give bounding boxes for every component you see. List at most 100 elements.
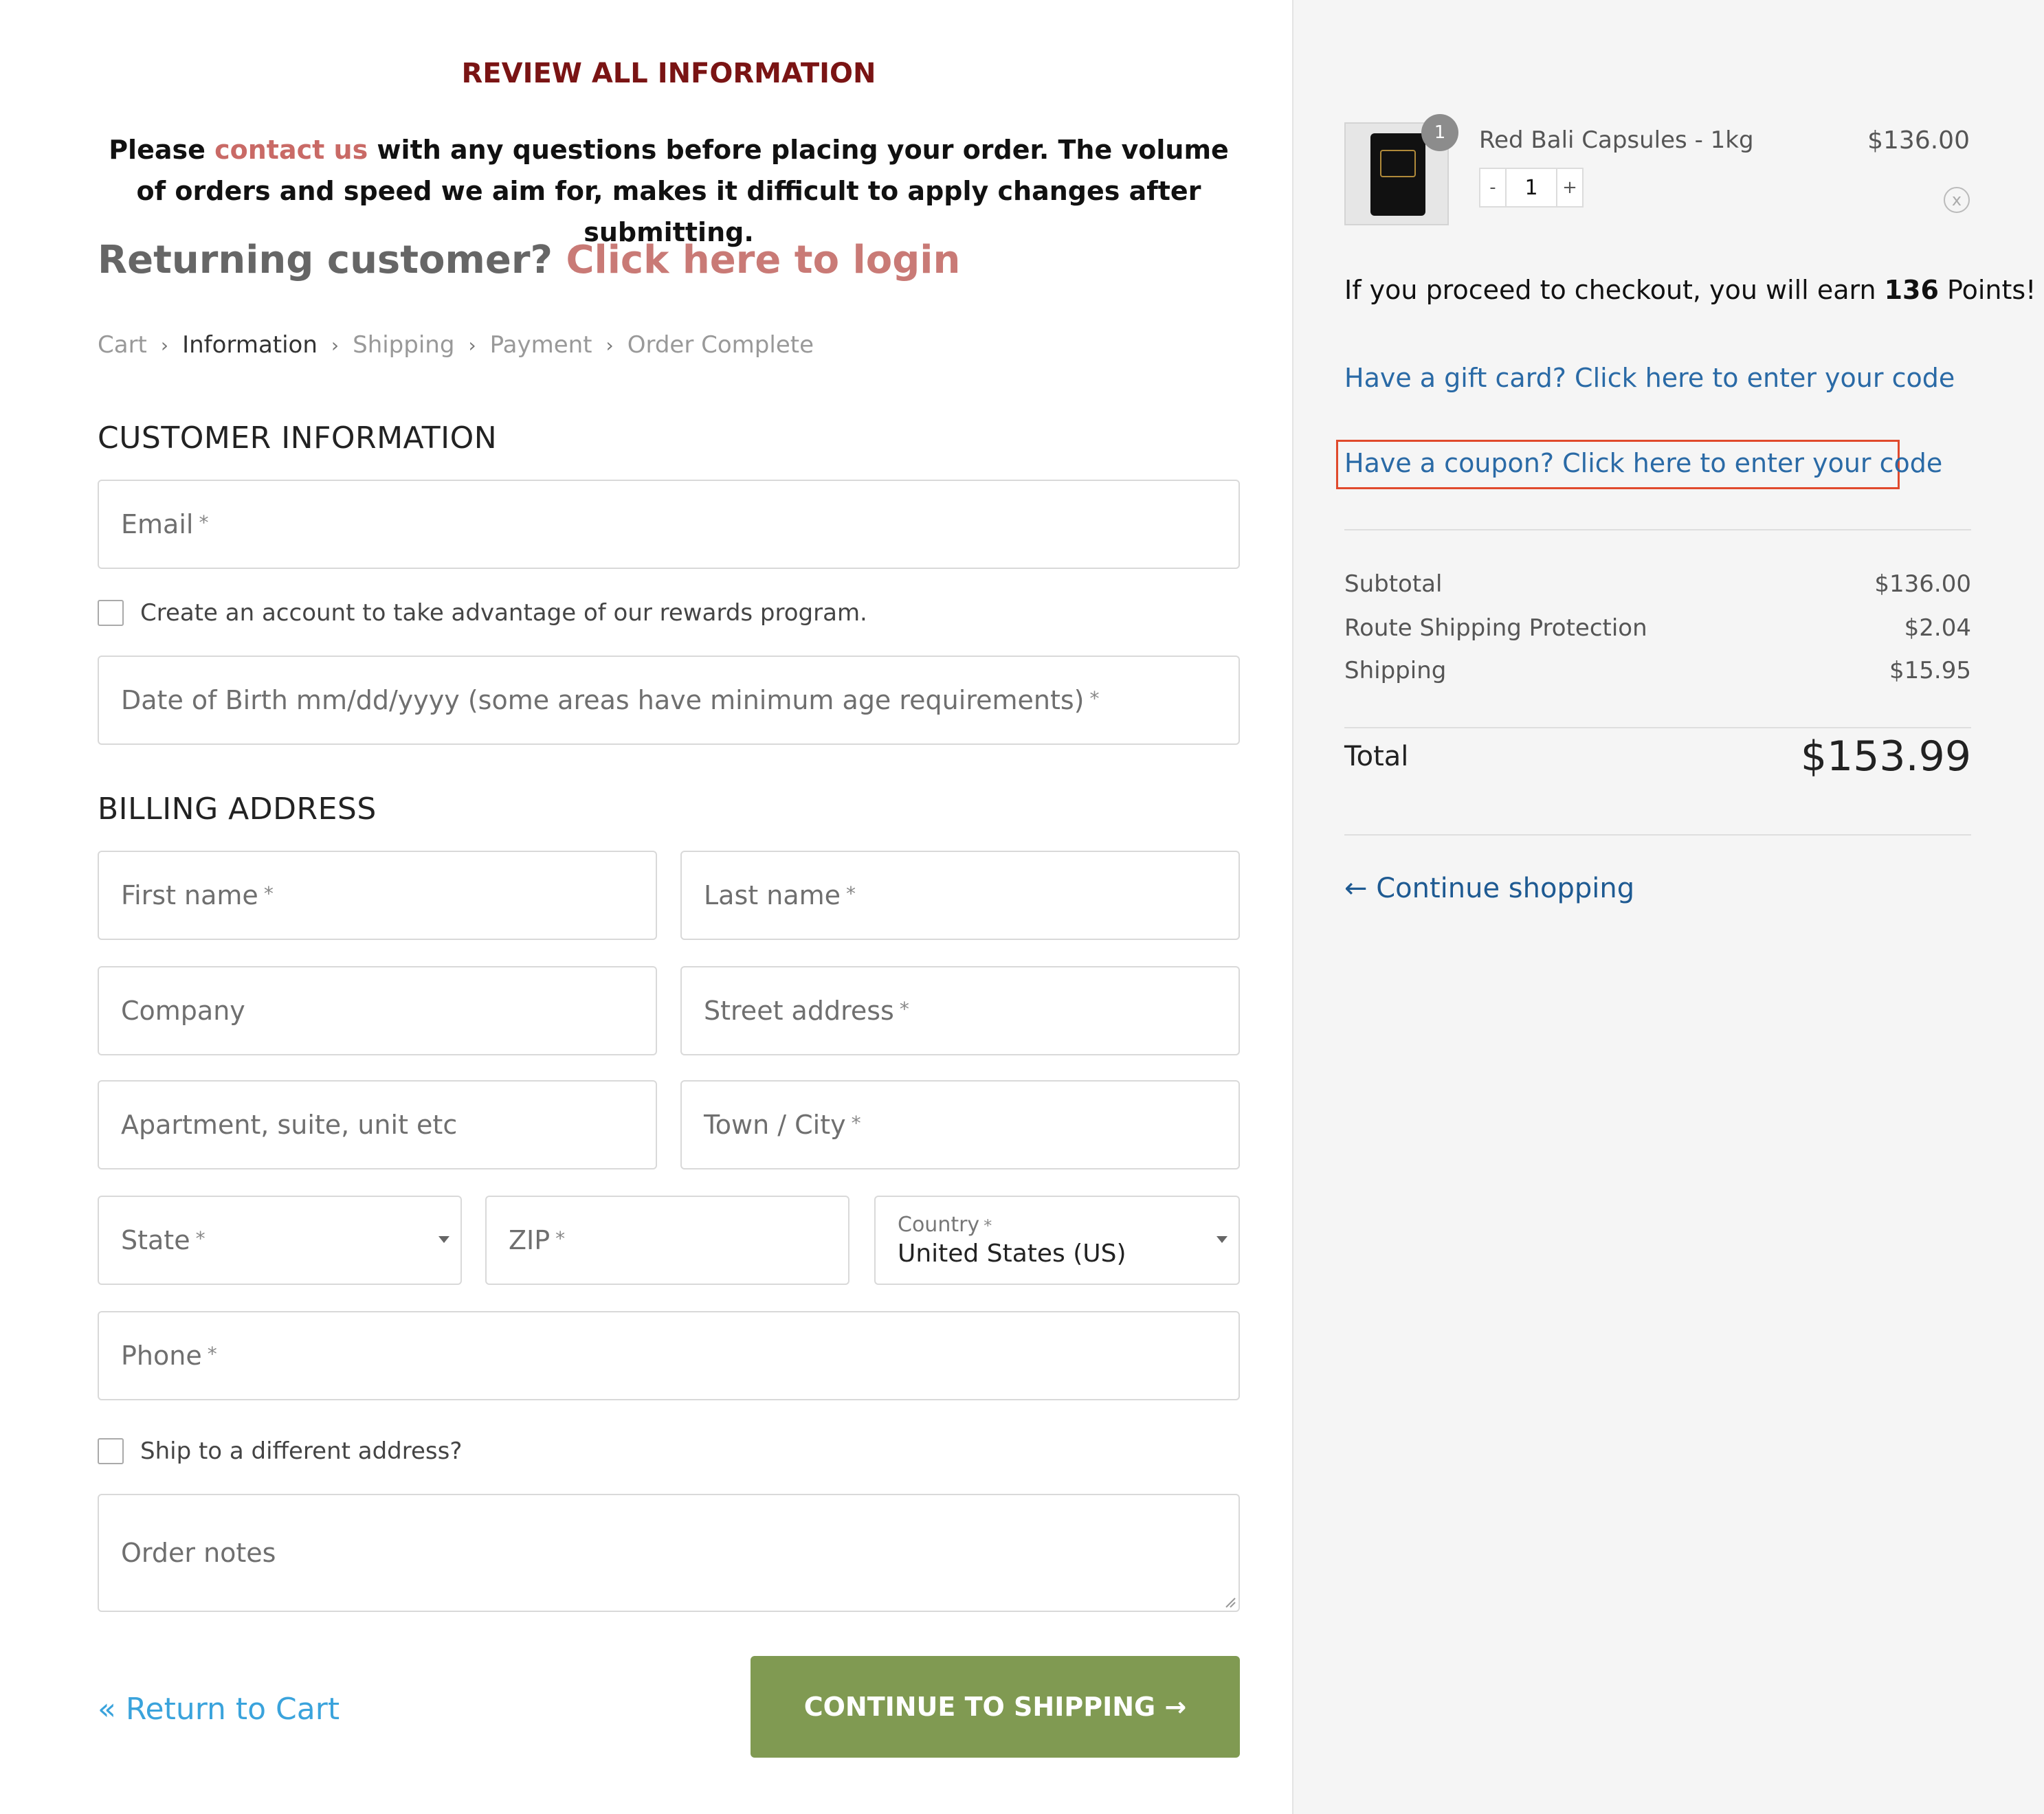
ship-different-checkbox[interactable] — [98, 1438, 124, 1464]
company-field[interactable]: Company — [98, 966, 657, 1055]
shipping-label: Shipping — [1344, 657, 1447, 684]
route-value: $2.04 — [1904, 614, 1971, 642]
required-mark: * — [1089, 687, 1100, 710]
quantity-badge: 1 — [1421, 114, 1458, 151]
phone-field[interactable]: Phone * — [98, 1311, 1240, 1400]
ship-different-row[interactable]: Ship to a different address? — [98, 1437, 462, 1465]
checkout-form-column: REVIEW ALL INFORMATION Please contact us… — [0, 0, 1292, 1814]
continue-shopping-link[interactable]: ← Continue shopping — [1344, 873, 1634, 904]
required-mark: * — [207, 1343, 217, 1365]
dropdown-arrow-icon — [1217, 1236, 1227, 1243]
street-placeholder: Street address — [704, 996, 894, 1026]
divider — [1344, 529, 1971, 530]
coupon-link[interactable]: Have a coupon? Click here to enter your … — [1344, 448, 1942, 478]
chevron-right-icon: › — [468, 333, 476, 357]
subtotal-value: $136.00 — [1874, 570, 1971, 598]
breadcrumb-shipping: Shipping — [353, 331, 455, 359]
breadcrumb-payment: Payment — [489, 331, 592, 359]
customer-information-heading: CUSTOMER INFORMATION — [98, 421, 498, 456]
route-protection-row: Route Shipping Protection $2.04 — [1344, 614, 1971, 642]
notice-text: Please contact us with any questions bef… — [103, 129, 1234, 253]
required-mark: * — [846, 882, 856, 905]
dropdown-arrow-icon — [438, 1236, 449, 1243]
points-value: 136 — [1884, 275, 1939, 305]
divider — [1344, 834, 1971, 836]
first-name-field[interactable]: First name * — [98, 851, 657, 940]
total-label: Total — [1344, 741, 1409, 772]
points-text-before: If you proceed to checkout, you will ear… — [1344, 275, 1885, 305]
return-to-cart-link[interactable]: « Return to Cart — [98, 1692, 340, 1727]
email-placeholder: Email — [121, 509, 194, 539]
decrease-quantity-button[interactable]: - — [1480, 169, 1505, 206]
divider — [1344, 727, 1971, 728]
breadcrumb: Cart › Information › Shipping › Payment … — [98, 331, 814, 359]
shipping-value: $15.95 — [1889, 657, 1971, 684]
zip-field[interactable]: ZIP * — [485, 1196, 849, 1285]
gift-card-link[interactable]: Have a gift card? Click here to enter yo… — [1344, 363, 1955, 393]
country-label: Country * — [898, 1213, 992, 1237]
date-of-birth-field[interactable]: Date of Birth mm/dd/yyyy (some areas hav… — [98, 656, 1240, 745]
required-mark: * — [984, 1216, 992, 1235]
breadcrumb-cart[interactable]: Cart — [98, 331, 147, 359]
first-name-placeholder: First name — [121, 880, 258, 910]
create-account-label: Create an account to take advantage of o… — [140, 599, 867, 627]
quantity-input[interactable]: 1 — [1505, 169, 1557, 206]
order-notes-placeholder: Order notes — [121, 1538, 276, 1568]
returning-prompt: Returning customer? — [98, 238, 553, 282]
continue-to-shipping-button[interactable]: CONTINUE TO SHIPPING → — [751, 1656, 1240, 1758]
state-select[interactable]: State * — [98, 1196, 462, 1285]
order-summary-column: 1 Red Bali Capsules - 1kg $136.00 - 1 + … — [1292, 0, 2044, 1814]
breadcrumb-order-complete: Order Complete — [627, 331, 814, 359]
city-field[interactable]: Town / City * — [680, 1080, 1240, 1169]
breadcrumb-information: Information — [182, 331, 318, 359]
remove-item-icon[interactable]: x — [1944, 187, 1970, 213]
shipping-row: Shipping $15.95 — [1344, 657, 1971, 684]
required-mark: * — [899, 998, 909, 1020]
dob-placeholder: Date of Birth mm/dd/yyyy (some areas hav… — [121, 685, 1085, 715]
create-account-checkbox[interactable] — [98, 600, 124, 626]
country-label-text: Country — [898, 1213, 980, 1237]
billing-address-heading: BILLING ADDRESS — [98, 792, 377, 827]
apartment-placeholder: Apartment, suite, unit etc — [121, 1110, 458, 1140]
last-name-placeholder: Last name — [704, 880, 841, 910]
chevron-right-icon: › — [331, 333, 340, 357]
create-account-row[interactable]: Create an account to take advantage of o… — [98, 599, 867, 627]
zip-placeholder: ZIP — [509, 1225, 551, 1255]
chevron-right-icon: › — [606, 333, 614, 357]
product-image — [1370, 133, 1425, 216]
required-mark: * — [199, 511, 209, 534]
increase-quantity-button[interactable]: + — [1557, 169, 1582, 206]
city-placeholder: Town / City — [704, 1110, 846, 1140]
product-label-art — [1380, 150, 1416, 177]
notice-text-before: Please — [109, 135, 215, 165]
route-label: Route Shipping Protection — [1344, 614, 1647, 642]
order-notes-field[interactable]: Order notes — [98, 1494, 1240, 1612]
email-field[interactable]: Email * — [98, 480, 1240, 569]
product-name: Red Bali Capsules - 1kg — [1479, 126, 1754, 154]
company-placeholder: Company — [121, 996, 245, 1026]
last-name-field[interactable]: Last name * — [680, 851, 1240, 940]
street-address-field[interactable]: Street address * — [680, 966, 1240, 1055]
phone-placeholder: Phone — [121, 1341, 202, 1371]
total-value: $153.99 — [1800, 732, 1971, 781]
returning-customer: Returning customer? Click here to login — [98, 238, 960, 282]
chevron-right-icon: › — [160, 333, 169, 357]
required-mark: * — [851, 1112, 861, 1134]
country-select[interactable]: Country * United States (US) — [874, 1196, 1240, 1285]
apartment-field[interactable]: Apartment, suite, unit etc — [98, 1080, 657, 1169]
required-mark: * — [263, 882, 274, 905]
subtotal-label: Subtotal — [1344, 570, 1443, 598]
contact-us-link[interactable]: contact us — [214, 135, 368, 165]
notice-title: REVIEW ALL INFORMATION — [461, 58, 876, 89]
country-value: United States (US) — [898, 1240, 1126, 1268]
state-placeholder: State — [121, 1225, 190, 1255]
required-mark: * — [555, 1227, 566, 1250]
ship-different-label: Ship to a different address? — [140, 1437, 463, 1465]
quantity-stepper: - 1 + — [1479, 168, 1584, 208]
required-mark: * — [195, 1227, 205, 1250]
subtotal-row: Subtotal $136.00 — [1344, 570, 1971, 598]
product-price: $136.00 — [1867, 126, 1970, 155]
resize-grip-icon[interactable] — [1223, 1595, 1236, 1608]
rewards-points-text: If you proceed to checkout, you will ear… — [1344, 275, 2036, 305]
login-link[interactable]: Click here to login — [566, 238, 960, 282]
